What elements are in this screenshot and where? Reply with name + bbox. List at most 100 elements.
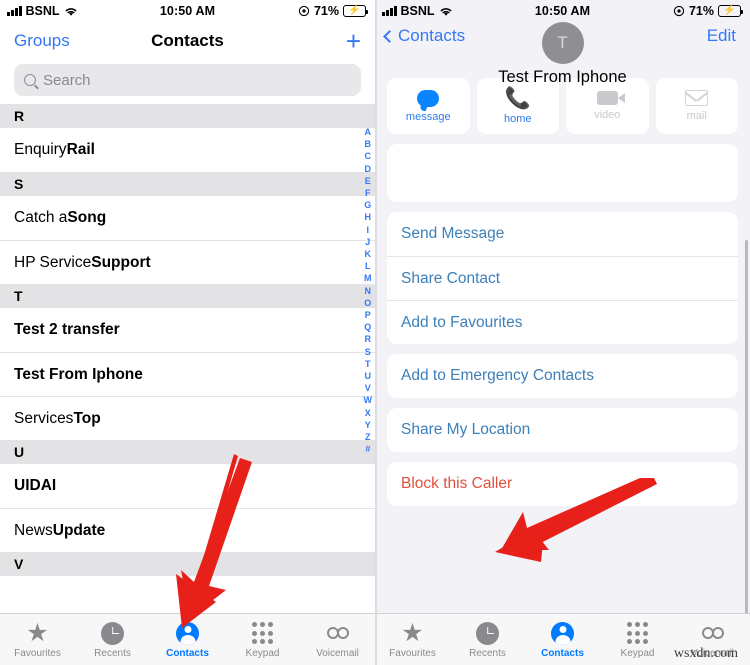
- phone-handset-icon: 📞: [504, 86, 531, 110]
- voicemail-icon: [326, 627, 349, 639]
- status-bar-right-group: 71% ⚡: [298, 4, 369, 18]
- tab-icon: [551, 621, 574, 646]
- tab-bar-left[interactable]: ★ Favourites Recents Contacts Keypad Voicemai…: [0, 613, 375, 665]
- star-icon: ★: [401, 618, 424, 647]
- person-circle-icon: [176, 621, 199, 645]
- tab-favourites[interactable]: ★ Favourites: [0, 620, 75, 659]
- tab-icon: [251, 621, 274, 646]
- contact-row[interactable]: Test 2 transfer: [0, 308, 375, 352]
- contact-row[interactable]: UIDAI: [0, 464, 375, 508]
- contact-first-name: Enquiry: [14, 141, 67, 158]
- tab-keypad[interactable]: Keypad: [225, 621, 300, 659]
- alpha-index-H[interactable]: H: [365, 211, 372, 223]
- alpha-index-P[interactable]: P: [365, 309, 371, 321]
- alpha-index-Q[interactable]: Q: [364, 321, 371, 333]
- battery-percent-label: 71%: [688, 4, 714, 18]
- contact-row[interactable]: Services Top: [0, 396, 375, 440]
- contact-info-card-empty: [387, 144, 738, 202]
- contact-row[interactable]: Enquiry Rail: [0, 128, 375, 172]
- add-contact-button[interactable]: +: [346, 28, 361, 54]
- tab-icon: ★: [401, 618, 424, 647]
- action-item-share-contact[interactable]: Share Contact: [387, 256, 738, 300]
- tab-keypad[interactable]: Keypad: [600, 621, 675, 659]
- alpha-index-N[interactable]: N: [365, 285, 372, 297]
- battery-charging-icon: ⚡: [343, 5, 369, 17]
- message-bubble-icon: [417, 89, 440, 107]
- contact-row[interactable]: News Update: [0, 508, 375, 552]
- tab-icon: [476, 621, 499, 646]
- alpha-index-S[interactable]: S: [365, 346, 371, 358]
- tab-voicemail[interactable]: Voicemail: [300, 621, 375, 659]
- alpha-index-V[interactable]: V: [365, 382, 371, 394]
- contact-first-name: Catch a: [14, 209, 68, 226]
- tab-label: Recents: [469, 647, 506, 659]
- alpha-index-Y[interactable]: Y: [365, 419, 371, 431]
- contact-row[interactable]: Catch a Song: [0, 196, 375, 240]
- alpha-index-#[interactable]: #: [365, 443, 370, 455]
- contact-name: Test From Iphone: [498, 68, 627, 86]
- avatar: T: [541, 22, 584, 64]
- alpha-index-F[interactable]: F: [365, 187, 371, 199]
- contacts-nav-bar: Groups Contacts +: [0, 22, 375, 60]
- tab-icon: ★: [26, 620, 48, 646]
- contact-first-name: HP Service: [14, 253, 92, 271]
- clock-icon: [476, 621, 499, 645]
- alpha-index-I[interactable]: I: [366, 224, 369, 236]
- alpha-index-D[interactable]: D: [365, 163, 372, 175]
- alpha-index-G[interactable]: G: [364, 199, 371, 211]
- search-icon: [24, 74, 36, 86]
- search-container: Search: [0, 60, 375, 104]
- alpha-index-L[interactable]: L: [365, 260, 371, 272]
- scrollbar[interactable]: [745, 240, 748, 615]
- tab-icon: [701, 621, 724, 646]
- alpha-index-U[interactable]: U: [365, 370, 372, 382]
- action-item-block-this-caller[interactable]: Block this Caller: [387, 462, 738, 506]
- tab-recents[interactable]: Recents: [450, 621, 525, 659]
- alpha-index-C[interactable]: C: [365, 150, 372, 162]
- search-input[interactable]: Search: [14, 64, 361, 96]
- status-bar-left: BSNL 10:50 AM 71% ⚡: [0, 0, 375, 22]
- alpha-index-T[interactable]: T: [365, 358, 371, 370]
- tab-contacts[interactable]: Contacts: [150, 621, 225, 659]
- contact-row[interactable]: Test From Iphone: [0, 352, 375, 396]
- alpha-index-B[interactable]: B: [365, 138, 372, 150]
- video-camera-icon: [596, 91, 625, 105]
- watermark: wsxdn.com: [673, 646, 738, 661]
- alpha-index-Z[interactable]: Z: [365, 431, 371, 443]
- action-item-add-to-emergency-contacts[interactable]: Add to Emergency Contacts: [387, 354, 738, 398]
- tab-label: Keypad: [245, 647, 280, 659]
- tab-label: Keypad: [620, 647, 655, 659]
- contact-last-name: Song: [67, 209, 107, 226]
- contacts-list[interactable]: R Enquiry Rail S Catch a Song HP Service Sup…: [0, 104, 375, 576]
- contact-last-name: Update: [52, 521, 106, 539]
- alpha-index-K[interactable]: K: [365, 248, 372, 260]
- tab-icon: [626, 621, 649, 646]
- alpha-index-O[interactable]: O: [364, 297, 371, 309]
- quick-action-label: mail: [686, 110, 707, 122]
- contact-detail-cards: Send Message Share Contact Add to Favourit…: [375, 144, 750, 506]
- tab-label: Recents: [94, 647, 131, 659]
- search-placeholder: Search: [43, 71, 91, 89]
- action-item-add-to-favourites[interactable]: Add to Favourites: [387, 300, 738, 344]
- action-item-share-my-location[interactable]: Share My Location: [387, 408, 738, 452]
- alphabet-index[interactable]: A B C D E F G H I J K L M N O P Q R S T U V W X Y Z #: [364, 126, 373, 455]
- alpha-index-E[interactable]: E: [365, 175, 371, 187]
- tab-favourites[interactable]: ★ Favourites: [375, 618, 450, 659]
- alpha-index-M[interactable]: M: [364, 272, 372, 284]
- alpha-index-R[interactable]: R: [365, 333, 372, 345]
- alpha-index-X[interactable]: X: [365, 407, 371, 419]
- tab-label: Contacts: [541, 647, 584, 659]
- quick-action-label: message: [405, 110, 451, 123]
- page-title: Contacts: [151, 31, 224, 50]
- alpha-index-A[interactable]: A: [365, 126, 372, 138]
- tab-recents[interactable]: Recents: [75, 621, 150, 659]
- action-item-send-message[interactable]: Send Message: [387, 212, 738, 256]
- contact-row[interactable]: HP Service Support: [0, 240, 375, 284]
- tab-contacts[interactable]: Contacts: [525, 621, 600, 659]
- alpha-index-J[interactable]: J: [365, 236, 370, 248]
- action-card: Block this Caller: [387, 462, 738, 506]
- alpha-index-W[interactable]: W: [364, 394, 373, 406]
- left-phone-screen: BSNL 10:50 AM 71% ⚡ Groups Contacts + Se…: [0, 0, 375, 665]
- tab-icon: [176, 621, 199, 646]
- section-header-s: S: [0, 172, 375, 196]
